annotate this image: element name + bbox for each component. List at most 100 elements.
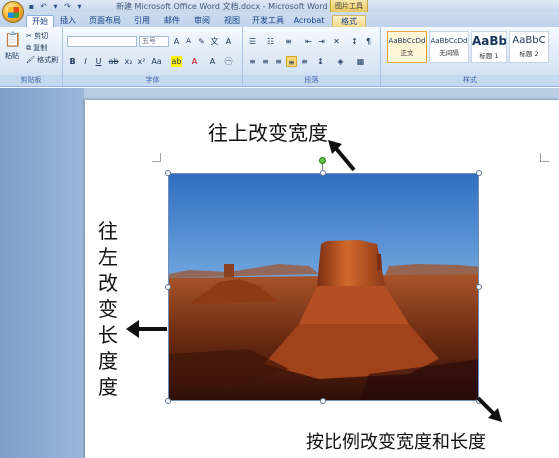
font-size-combo[interactable]: 五号 [139,36,169,47]
resize-handle-bottom-left[interactable] [165,398,171,404]
margin-corner-mark [152,153,161,162]
tab-view[interactable]: 视图 [220,15,244,27]
asian-layout-icon[interactable]: ✕ [331,36,342,47]
increase-indent-icon[interactable]: ⇥ [316,36,327,47]
shading-icon[interactable]: ◈ [335,56,346,67]
tab-mailings[interactable]: 邮件 [160,15,184,27]
style-heading-1[interactable]: AaBb 标题 1 [471,31,507,63]
copy-button[interactable]: ⧉ 复制 [26,43,47,54]
style-sample: AaBbC [512,35,546,46]
ribbon: 📋 粘贴 ✂ 剪切 ⧉ 复制 🖌 格式刷 剪贴板 五号 A A ✎ 文 A B … [0,27,559,87]
styles-group-label: 样式 [381,75,559,85]
resize-handle-right[interactable] [476,284,482,290]
clear-format-icon[interactable]: ✎ [196,36,207,47]
style-name: 正文 [400,49,414,57]
subscript-icon[interactable]: x₂ [123,56,134,67]
arrow-up-left-icon [328,140,356,172]
window-title: 新建 Microsoft Office Word 文档.docx - Micro… [116,2,328,11]
superscript-icon[interactable]: x² [136,56,147,67]
font-group: 五号 A A ✎ 文 A B I U ab x₂ x² Aa ab A A ㊀ … [63,27,243,86]
resize-handle-top-right[interactable] [476,170,482,176]
paragraph-group: ☰ ☷ ≡ ⇤ ⇥ ✕ ↕ ¶ ≡ ≡ ≡ ≡ ≡ ↨ ◈ ▦ 段落 [243,27,381,86]
style-heading-2[interactable]: AaBbC 标题 2 [509,31,549,63]
bold-icon[interactable]: B [67,56,78,67]
style-sample: AaBbCcDd [430,37,468,45]
style-name: 标题 2 [519,50,539,58]
annotation-bottom: 按比例改变宽度和长度 [306,432,486,453]
tab-home[interactable]: 开始 [26,15,54,27]
highlight-icon[interactable]: ab [171,56,182,67]
tab-page-layout[interactable]: 页面布局 [86,15,124,27]
numbering-icon[interactable]: ☷ [265,36,276,47]
selected-picture[interactable] [168,173,479,401]
resize-handle-top-left[interactable] [165,170,171,176]
tab-review[interactable]: 审阅 [190,15,214,27]
quick-access-toolbar: ▪ ↶ ▾ ↷ ▾ [27,1,84,11]
decrease-indent-icon[interactable]: ⇤ [303,36,314,47]
paste-button[interactable]: 粘贴 [5,51,19,62]
styles-group: AaBbCcDd 正文 AaBbCcDd 无间隔 AaBb 标题 1 AaBbC… [381,27,559,86]
enclose-char-icon[interactable]: ㊀ [223,56,234,67]
grow-font-icon[interactable]: A [171,36,182,47]
style-no-spacing[interactable]: AaBbCcDd 无间隔 [429,31,469,63]
style-name: 标题 1 [479,52,499,60]
style-sample: AaBbCcDd [388,37,426,45]
title-bar: ▪ ↶ ▾ ↷ ▾ 新建 Microsoft Office Word 文档.do… [0,0,559,12]
tab-insert[interactable]: 插入 [56,15,80,27]
dropdown-icon[interactable]: ▾ [51,2,60,11]
format-painter-button[interactable]: 🖌 格式刷 [26,55,58,66]
justify-icon[interactable]: ≡ [286,56,297,67]
tab-format[interactable]: 格式 [332,15,366,27]
italic-icon[interactable]: I [80,56,91,67]
cut-button[interactable]: ✂ 剪切 [26,31,48,42]
resize-handle-bottom[interactable] [320,398,326,404]
style-name: 无间隔 [439,49,459,57]
change-case-icon[interactable]: Aa [151,56,162,67]
annotation-left: 往左改变长度度 [98,219,118,399]
char-shading-icon[interactable]: A [207,56,218,67]
sort-icon[interactable]: ↕ [349,36,360,47]
picture-tools-context-tab: 图片工具 [330,0,368,12]
multilevel-list-icon[interactable]: ≡ [283,36,294,47]
office-button[interactable] [2,1,24,23]
rotate-handle[interactable] [319,157,326,164]
save-icon[interactable]: ▪ [27,2,36,11]
paste-icon[interactable]: 📋 [4,31,21,49]
arrow-left-icon [126,320,167,338]
format-painter-label: 格式刷 [37,56,59,64]
font-name-combo[interactable] [67,36,137,47]
scissors-icon: ✂ [26,32,32,40]
copy-icon: ⧉ [26,44,31,52]
undo-icon[interactable]: ↶ [39,2,48,11]
tab-acrobat[interactable]: Acrobat [292,15,326,27]
borders-icon[interactable]: ▦ [355,56,366,67]
shrink-font-icon[interactable]: A [183,36,194,47]
align-left-icon[interactable]: ≡ [247,56,258,67]
align-right-icon[interactable]: ≡ [273,56,284,67]
underline-icon[interactable]: U [93,56,104,67]
brush-icon: 🖌 [26,56,35,64]
copy-label: 复制 [33,44,48,52]
line-spacing-icon[interactable]: ↨ [315,56,326,67]
resize-handle-left[interactable] [165,284,171,290]
tab-developer[interactable]: 开发工具 [250,15,286,27]
left-margin-area [0,88,84,458]
font-group-label: 字体 [63,75,242,85]
margin-corner-mark [540,153,549,162]
char-border-icon[interactable]: A [223,36,234,47]
align-center-icon[interactable]: ≡ [260,56,271,67]
distribute-icon[interactable]: ≡ [299,56,310,67]
office-logo-icon [8,7,19,18]
bullets-icon[interactable]: ☰ [247,36,258,47]
arrow-down-right-icon [476,396,502,422]
style-normal[interactable]: AaBbCcDd 正文 [387,31,427,63]
phonetic-icon[interactable]: 文 [209,36,220,47]
strikethrough-icon[interactable]: ab [108,56,119,67]
paragraph-group-label: 段落 [243,75,380,85]
redo-icon[interactable]: ↷ [63,2,72,11]
customize-qat-icon[interactable]: ▾ [75,2,84,11]
annotation-top: 往上改变宽度 [208,121,328,145]
show-marks-icon[interactable]: ¶ [363,36,374,47]
font-color-icon[interactable]: A [189,56,200,67]
tab-references[interactable]: 引用 [130,15,154,27]
